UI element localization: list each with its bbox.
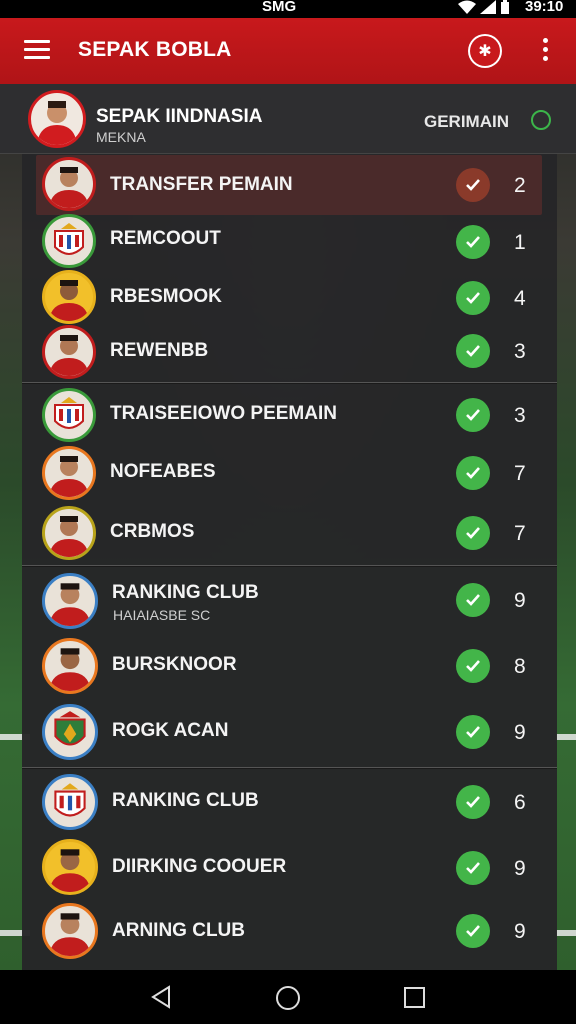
pitch-line	[556, 930, 576, 936]
list-item[interactable]: TRAISEEIOWO PEEMAIN 3	[22, 385, 557, 445]
recent-apps-icon[interactable]	[404, 987, 425, 1008]
status-bar: SMG 39:10	[0, 0, 576, 18]
section-divider	[22, 382, 557, 384]
header-subtitle: MEKNA	[96, 129, 146, 145]
list-item-count: 6	[514, 791, 526, 814]
battery-icon	[501, 0, 509, 14]
app-bar: SEPAK BOBLA ✱	[0, 18, 576, 84]
carrier-label: SMG	[262, 0, 297, 15]
check-icon[interactable]	[456, 516, 490, 550]
list-item-count: 9	[514, 721, 526, 744]
settings-button[interactable]: ✱	[468, 34, 502, 68]
gear-icon: ✱	[470, 36, 500, 66]
league-header[interactable]: SEPAK IINDNASIA MEKNA GERIMAIN	[0, 84, 576, 154]
check-icon[interactable]	[456, 649, 490, 683]
list-item[interactable]: BURSKNOOR 8	[22, 635, 557, 695]
list-item[interactable]: ARNING CLUB 9	[22, 900, 557, 960]
list-item[interactable]: NOFEABES 7	[22, 443, 557, 503]
list-item-count: 9	[514, 857, 526, 880]
check-icon[interactable]	[456, 281, 490, 315]
signal-icon	[480, 0, 496, 14]
clock: 39:10	[525, 0, 564, 15]
club-crest-icon	[42, 774, 98, 830]
check-icon[interactable]	[456, 168, 490, 202]
list-item-label: ROGK ACAN	[112, 720, 229, 741]
check-icon[interactable]	[456, 715, 490, 749]
pitch-line	[556, 734, 576, 740]
list-item[interactable]: RANKING CLUB HAIAIASBE SC 9	[22, 570, 557, 632]
player-icon	[42, 903, 98, 959]
app-title: SEPAK BOBLA	[78, 38, 232, 61]
list-item-label: RANKING CLUB	[112, 790, 259, 811]
more-options-icon[interactable]	[538, 38, 552, 64]
list-item-label: CRBMOS	[110, 521, 195, 542]
club-crest-icon	[42, 704, 98, 760]
list-item-count: 8	[514, 655, 526, 678]
check-icon[interactable]	[456, 398, 490, 432]
player-icon	[42, 573, 98, 629]
list-item[interactable]: RBESMOOK 4	[22, 267, 557, 327]
check-icon[interactable]	[456, 851, 490, 885]
section-divider	[22, 565, 557, 567]
list-item-label: RANKING CLUB	[112, 582, 259, 603]
list-item-label: TRAISEEIOWO PEEMAIN	[110, 403, 337, 424]
list-item-count: 1	[514, 231, 526, 254]
menu-icon[interactable]	[24, 40, 50, 60]
player-icon	[42, 157, 96, 211]
list-item[interactable]: RANKING CLUB 6	[22, 771, 557, 831]
list-item-count: 7	[514, 462, 526, 485]
section-divider	[22, 767, 557, 769]
player-icon	[42, 638, 98, 694]
list-item-count: 2	[514, 174, 526, 197]
list-item[interactable]: REMCOOUT 1	[22, 211, 557, 271]
player-icon	[42, 325, 96, 379]
check-icon[interactable]	[456, 914, 490, 948]
list-item-count: 7	[514, 522, 526, 545]
check-icon[interactable]	[456, 456, 490, 490]
list-item-label: ARNING CLUB	[112, 920, 245, 941]
list-item[interactable]: REWENBB 3	[22, 322, 557, 382]
back-icon[interactable]	[150, 985, 172, 1009]
system-nav-bar	[0, 970, 576, 1024]
list-item-sublabel: HAIAIASBE SC	[113, 607, 211, 623]
list-item[interactable]: CRBMOS 7	[22, 503, 557, 563]
list-item-count: 3	[514, 404, 526, 427]
list-item[interactable]: DIIRKING COOUER 9	[22, 836, 557, 896]
league-avatar	[28, 90, 86, 148]
list-item-label: RBESMOOK	[110, 286, 222, 307]
list-item-count: 9	[514, 589, 526, 612]
player-icon	[42, 839, 98, 895]
status-icons	[458, 0, 510, 14]
list-item-label: BURSKNOOR	[112, 654, 237, 675]
list-item-count: 9	[514, 920, 526, 943]
status-ring-icon	[531, 110, 551, 130]
player-icon	[42, 270, 96, 324]
check-icon[interactable]	[456, 583, 490, 617]
check-icon[interactable]	[456, 225, 490, 259]
list-item[interactable]: TRANSFER PEMAIN 2	[36, 155, 542, 215]
check-icon[interactable]	[456, 334, 490, 368]
wifi-icon	[458, 0, 476, 14]
list-item-label: TRANSFER PEMAIN	[110, 174, 293, 195]
player-icon	[42, 506, 96, 560]
list-item-label: DIIRKING COOUER	[112, 856, 287, 877]
check-icon[interactable]	[456, 785, 490, 819]
player-icon	[42, 446, 96, 500]
list-item-count: 3	[514, 340, 526, 363]
club-crest-icon	[42, 214, 96, 268]
header-action-label[interactable]: GERIMAIN	[424, 112, 509, 132]
list-item-label: REMCOOUT	[110, 228, 221, 249]
list-item-count: 4	[514, 287, 526, 310]
home-icon[interactable]	[276, 986, 300, 1010]
header-title: SEPAK IINDNASIA	[96, 106, 263, 127]
club-crest-icon	[42, 388, 96, 442]
list-item[interactable]: ROGK ACAN 9	[22, 701, 557, 761]
list-item-label: REWENBB	[110, 340, 209, 361]
list-item-label: NOFEABES	[110, 461, 216, 482]
